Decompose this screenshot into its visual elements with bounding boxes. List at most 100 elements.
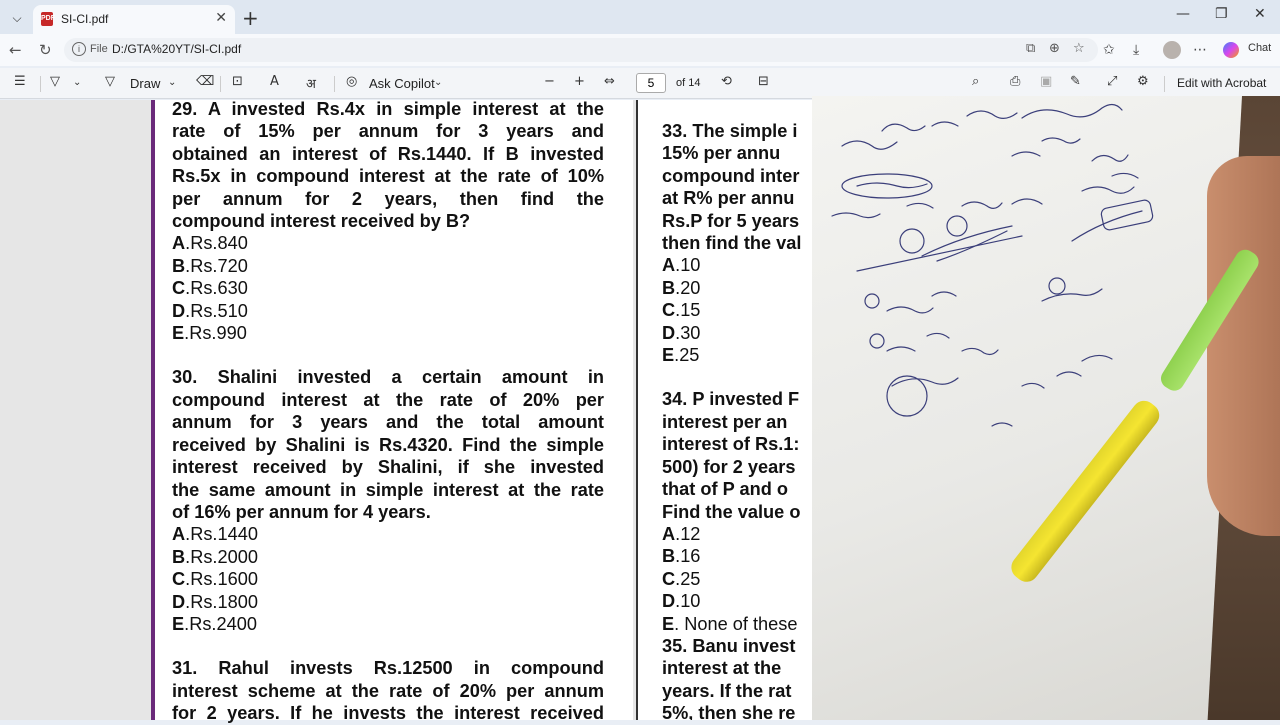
translate-icon[interactable]: अ [306,74,316,92]
option-text: .Rs.2400 [184,613,257,634]
option-29-c: C.Rs.630 [172,277,604,299]
divider [334,76,335,92]
question-column-left: 29. A invested Rs.4x in simple interest … [172,98,604,725]
handwritten-scribbles [831,103,1154,427]
favorite-star-icon[interactable]: ☆ [1073,41,1085,56]
refresh-icon[interactable]: ↻ [39,41,52,59]
question-35-line: 35. Banu invest [662,635,796,656]
more-menu-icon[interactable]: ⋯ [1193,42,1207,58]
option-text: .Rs.510 [185,300,248,321]
rotate-icon[interactable]: ⟲ [721,74,732,89]
address-bar[interactable]: i File D:/GTA%20YT/SI-CI.pdf ⧉ ⊕ ☆ [64,38,1098,62]
zoom-in-icon[interactable]: + [574,74,585,89]
read-aloud-icon[interactable]: A [270,74,279,89]
option-33-c: C.15 [662,299,812,321]
option-letter: A [662,255,676,276]
copilot-icon[interactable] [1223,42,1239,58]
profile-avatar[interactable] [1163,41,1181,59]
fit-page-icon[interactable]: ⇔ [604,74,615,89]
text-box-icon[interactable]: ⊡ [232,74,243,89]
search-icon[interactable]: ⌕ [972,74,979,89]
chevron-down-icon[interactable]: ⌄ [73,77,81,88]
question-30-line: of 16% per annum for 4 years. [172,501,431,522]
copilot-icon[interactable]: ◎ [346,74,357,89]
downloads-icon[interactable]: ⤓ [1133,42,1139,58]
contents-icon[interactable]: ☰ [14,74,26,89]
draw-icon[interactable]: ▽ [105,74,115,89]
option-text: .Rs.720 [185,255,248,276]
question-30-line: annum for 3 years and the total amount [172,412,604,433]
option-letter: D [662,322,676,343]
maximize-button[interactable]: ❐ [1215,6,1228,22]
option-text: .25 [675,568,701,589]
option-letter: E [662,613,675,634]
ask-copilot-button[interactable]: Ask Copilot [369,76,435,91]
browser-tab[interactable]: PDF SI-CI.pdf ✕ [33,5,235,34]
option-33-d: D.30 [662,322,812,344]
edit-with-acrobat-button[interactable]: Edit with Acrobat [1177,76,1266,90]
option-text: .16 [675,546,701,567]
question-35-line: interest at the [662,658,782,679]
back-icon[interactable]: ← [9,41,22,59]
option-text: .Rs.630 [185,278,248,299]
settings-gear-icon[interactable]: ⚙ [1137,74,1149,89]
favorites-icon[interactable]: ✩ [1103,42,1115,58]
question-30-line: the same amount in simple interest at th… [172,479,604,500]
chevron-down-icon[interactable]: ⌄ [168,77,176,88]
option-30-e: E.Rs.2400 [172,613,604,635]
option-text: .Rs.1600 [185,569,258,590]
question-33-line: then find the val [662,233,802,254]
question-34-line: 34. P invested F [662,389,800,410]
page-count-label: of 14 [676,77,701,89]
option-letter: E [172,323,185,344]
question-31-line: interest scheme at the rate of 20% per a… [172,680,604,701]
question-35-line: 5%, then she re [662,703,796,720]
minimize-button[interactable]: — [1176,6,1190,22]
zoom-icon[interactable]: ⊕ [1049,41,1060,56]
divider [1164,76,1165,92]
save-icon[interactable]: ▣ [1040,74,1052,89]
question-column-right: 33. The simple i 15% per annu compound i… [662,120,812,720]
eraser-icon[interactable]: ⌫ [196,74,214,89]
translate-icon[interactable]: ⧉ [1026,41,1035,56]
option-letter: B [662,546,676,567]
option-34-d: D.10 [662,590,812,612]
option-letter: B [172,255,186,276]
close-window-button[interactable]: ✕ [1254,6,1266,22]
option-letter: C [662,300,676,321]
save-as-icon[interactable]: ✎ [1070,74,1081,89]
option-30-d: D.Rs.1800 [172,591,604,613]
draw-button[interactable]: Draw [130,76,160,91]
info-icon[interactable]: i [72,42,86,56]
question-31-line: for 2 years. If he invests the interest … [172,703,604,724]
question-34-line: Find the value o [662,501,801,522]
pdf-toolbar: ☰ ▽ ⌄ ▽ Draw ⌄ ⌫ ⊡ A अ ◎ Ask Copilot ⌄ −… [0,68,1280,99]
page-number-input[interactable]: 5 [636,73,666,93]
fullscreen-icon[interactable]: ⤢ [1107,74,1117,89]
question-30-line: received by Shalini is Rs.4320. Find the… [172,434,604,455]
close-tab-icon[interactable]: ✕ [215,9,227,26]
question-34-line: interest of Rs.1: [662,434,800,455]
zoom-out-icon[interactable]: − [544,74,555,89]
option-letter: B [172,546,186,567]
new-tab-button[interactable]: + [242,6,259,30]
chevron-down-icon[interactable]: ⌄ [434,77,442,88]
print-icon[interactable]: ⎙ [1010,74,1020,89]
page-view-icon[interactable]: ⊟ [758,74,769,89]
option-34-c: C.25 [662,568,812,590]
url-text[interactable]: D:/GTA%20YT/SI-CI.pdf [112,42,241,56]
highlight-icon[interactable]: ▽ [50,74,60,89]
tab-actions-menu[interactable]: ⌵ [6,8,28,28]
question-33-line: 33. The simple i [662,121,798,141]
option-letter: A [172,233,186,254]
option-text: .30 [675,322,701,343]
option-text: .15 [675,300,701,321]
divider [220,76,221,92]
option-29-a: A.Rs.840 [172,232,604,254]
question-33-line: at R% per annu [662,188,795,209]
question-33-line: compound inter [662,165,800,186]
option-letter: C [662,568,676,589]
chat-button[interactable]: Chat [1248,42,1271,54]
address-bar-row: ← ↻ i File D:/GTA%20YT/SI-CI.pdf ⧉ ⊕ ☆ ✩… [0,34,1280,66]
